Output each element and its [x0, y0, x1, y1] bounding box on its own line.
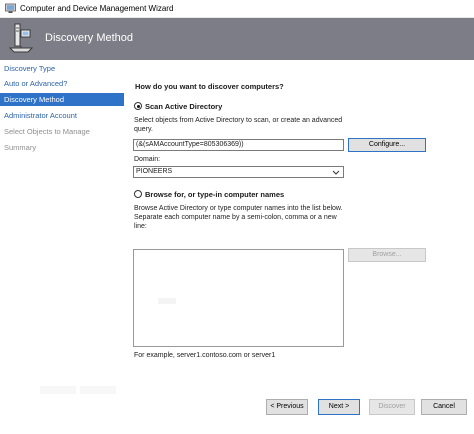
computer-discovery-icon	[8, 23, 34, 53]
sidebar-item-select-objects: Select Objects to Manage	[4, 127, 90, 136]
discovery-question: How do you want to discover computers?	[135, 82, 284, 91]
cancel-button[interactable]: Cancel	[421, 399, 467, 415]
window-title: Computer and Device Management Wizard	[20, 4, 174, 13]
faded-text-mark	[158, 298, 176, 304]
page-title: Discovery Method	[45, 32, 134, 44]
discover-button: Discover	[369, 399, 415, 415]
configure-button[interactable]: Configure...	[348, 138, 426, 152]
next-button[interactable]: Next >	[318, 399, 360, 415]
chevron-down-icon	[332, 170, 340, 175]
browse-button: Browse...	[348, 248, 426, 262]
wizard-app-icon	[5, 3, 16, 13]
previous-button[interactable]: < Previous	[266, 399, 308, 415]
browse-computers-radio[interactable]	[134, 190, 142, 198]
footer-placeholder-right	[80, 386, 116, 394]
sidebar-item-discovery-method[interactable]: Discovery Method	[0, 93, 124, 106]
scan-ad-description: Select objects from Active Directory to …	[134, 117, 343, 133]
browse-description: Browse Active Directory or type computer…	[134, 205, 343, 230]
sidebar-item-discovery-type[interactable]: Discovery Type	[0, 62, 124, 75]
domain-select[interactable]: PIONEERS	[133, 166, 344, 178]
computer-name-example: For example, server1.contoso.com or serv…	[134, 352, 276, 359]
wizard-steps-sidebar: Discovery Type Auto or Advanced? Discove…	[0, 60, 124, 434]
browse-computers-label[interactable]: Browse for, or type-in computer names	[145, 190, 284, 199]
scan-active-directory-radio[interactable]	[134, 102, 142, 110]
footer-placeholder-left	[40, 386, 76, 394]
scan-active-directory-label[interactable]: Scan Active Directory	[145, 102, 222, 111]
ldap-query-field[interactable]: (&(sAMAccountType=805306369))	[133, 139, 344, 151]
title-bar: Computer and Device Management Wizard	[0, 0, 474, 18]
sidebar-item-auto-or-advanced[interactable]: Auto or Advanced?	[0, 77, 124, 90]
domain-value: PIONEERS	[136, 168, 173, 175]
sidebar-item-administrator-account[interactable]: Administrator Account	[0, 109, 124, 122]
sidebar-item-summary: Summary	[4, 143, 37, 152]
domain-label: Domain:	[134, 156, 161, 163]
header-banner: Discovery Method	[0, 18, 474, 60]
computer-names-textarea[interactable]	[133, 249, 344, 347]
